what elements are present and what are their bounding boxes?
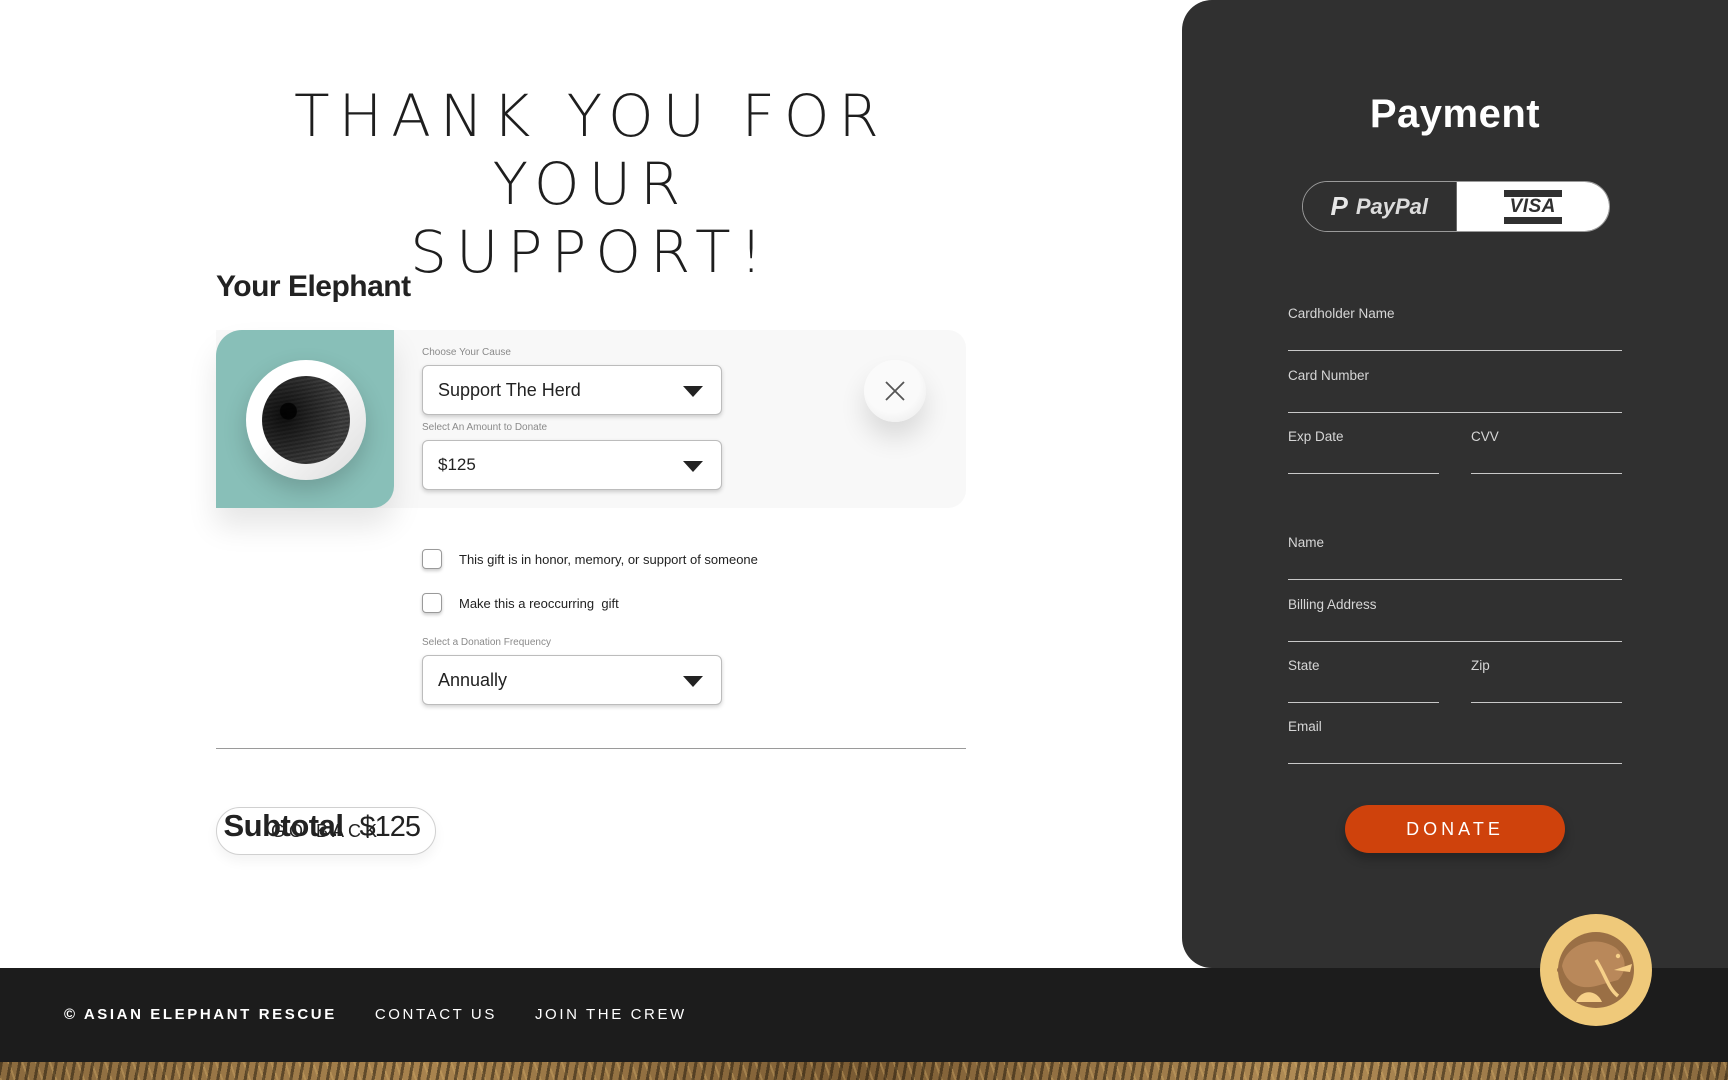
- card-number-label: Card Number: [1288, 368, 1370, 383]
- visa-option[interactable]: VISA: [1456, 182, 1609, 231]
- state-field: State: [1288, 658, 1439, 703]
- paypal-label: PayPal: [1355, 193, 1428, 219]
- elephant-photo: [262, 376, 350, 464]
- zip-input[interactable]: [1471, 681, 1622, 703]
- cvv-label: CVV: [1471, 429, 1499, 444]
- payment-method-toggle: P PayPal VISA: [1302, 181, 1610, 232]
- recurring-gift-option[interactable]: Make this a reoccurring gift: [422, 593, 619, 613]
- zip-field: Zip: [1471, 658, 1622, 703]
- honor-gift-checkbox[interactable]: [422, 549, 442, 569]
- email-label: Email: [1288, 719, 1322, 734]
- name-field: Name: [1288, 535, 1622, 580]
- subtotal-label: Subtotal: [223, 808, 344, 843]
- amount-label: Select An Amount to Donate: [422, 422, 548, 433]
- remove-elephant-button[interactable]: [864, 360, 926, 422]
- amount-select[interactable]: $125: [422, 440, 722, 490]
- cvv-field: CVV: [1471, 429, 1622, 474]
- cardholder-name-input[interactable]: [1288, 329, 1622, 351]
- email-input[interactable]: [1288, 742, 1622, 764]
- state-input[interactable]: [1288, 681, 1439, 703]
- visa-label: VISA: [1509, 195, 1556, 217]
- section-divider: [216, 748, 966, 749]
- name-label: Name: [1288, 535, 1325, 550]
- elephant-logo-icon: [1557, 932, 1634, 1008]
- chevron-down-icon: [683, 461, 703, 472]
- frequency-label: Select a Donation Frequency: [422, 637, 551, 648]
- name-input[interactable]: [1288, 558, 1622, 580]
- grass-image-strip: [0, 1062, 1728, 1080]
- cvv-input[interactable]: [1471, 452, 1622, 474]
- frequency-select-value: Annually: [438, 669, 508, 690]
- cardholder-name-label: Cardholder Name: [1288, 306, 1395, 321]
- exp-date-input[interactable]: [1288, 452, 1439, 474]
- chevron-down-icon: [683, 676, 703, 687]
- zip-label: Zip: [1471, 658, 1490, 673]
- email-field: Email: [1288, 719, 1622, 764]
- elephant-card: Choose Your Cause Support The Herd Selec…: [216, 330, 966, 508]
- state-label: State: [1288, 658, 1320, 673]
- cause-select[interactable]: Support The Herd: [422, 365, 722, 415]
- donation-summary-section: THANK YOU FOR YOUR SUPPORT! Your Elephan…: [0, 0, 1182, 968]
- card-number-input[interactable]: [1288, 391, 1622, 413]
- footer: © ASIAN ELEPHANT RESCUE CONTACT US JOIN …: [0, 968, 1728, 1062]
- elephant-photo-box: [216, 330, 394, 508]
- payment-title: Payment: [1369, 92, 1541, 136]
- visa-logo-icon: VISA: [1503, 189, 1562, 224]
- billing-address-field: Billing Address: [1288, 597, 1622, 642]
- paypal-option[interactable]: P PayPal: [1303, 182, 1457, 231]
- subtotal-value: $125: [359, 811, 421, 843]
- recurring-gift-label: Make this a reoccurring gift: [459, 595, 619, 611]
- exp-date-field: Exp Date: [1288, 429, 1439, 474]
- recurring-gift-checkbox[interactable]: [422, 593, 442, 613]
- donate-button[interactable]: DONATE: [1345, 805, 1565, 853]
- cause-label: Choose Your Cause: [422, 347, 511, 358]
- card-number-field: Card Number: [1288, 368, 1622, 413]
- heading-line-1: THANK YOU FOR YOUR: [294, 82, 888, 218]
- billing-address-input[interactable]: [1288, 620, 1622, 642]
- thank-you-heading: THANK YOU FOR YOUR SUPPORT!: [216, 82, 966, 286]
- frequency-select[interactable]: Annually: [422, 655, 722, 705]
- subtotal: Subtotal $125: [223, 808, 421, 844]
- contact-us-link[interactable]: CONTACT US: [375, 1006, 497, 1023]
- visa-bar-bottom: [1503, 216, 1562, 224]
- cardholder-name-field: Cardholder Name: [1288, 306, 1622, 351]
- your-elephant-title: Your Elephant: [216, 270, 411, 303]
- join-the-crew-link[interactable]: JOIN THE CREW: [535, 1006, 687, 1023]
- footer-copyright: © ASIAN ELEPHANT RESCUE: [64, 1006, 337, 1023]
- exp-date-label: Exp Date: [1288, 429, 1344, 444]
- billing-address-label: Billing Address: [1288, 597, 1377, 612]
- honor-gift-option[interactable]: This gift is in honor, memory, or suppor…: [422, 549, 758, 569]
- honor-gift-label: This gift is in honor, memory, or suppor…: [459, 551, 758, 567]
- footer-nav: © ASIAN ELEPHANT RESCUE CONTACT US JOIN …: [64, 1006, 687, 1023]
- chevron-down-icon: [683, 386, 703, 397]
- payment-panel: Payment P PayPal VISA Cardholder Name Ca…: [1182, 0, 1728, 968]
- elephant-logo-button[interactable]: [1540, 914, 1652, 1026]
- close-icon: [885, 381, 905, 401]
- elephant-photo-ring: [246, 360, 366, 480]
- cause-select-value: Support The Herd: [438, 379, 581, 400]
- paypal-logo-icon: P: [1330, 191, 1348, 221]
- amount-select-value: $125: [438, 455, 476, 474]
